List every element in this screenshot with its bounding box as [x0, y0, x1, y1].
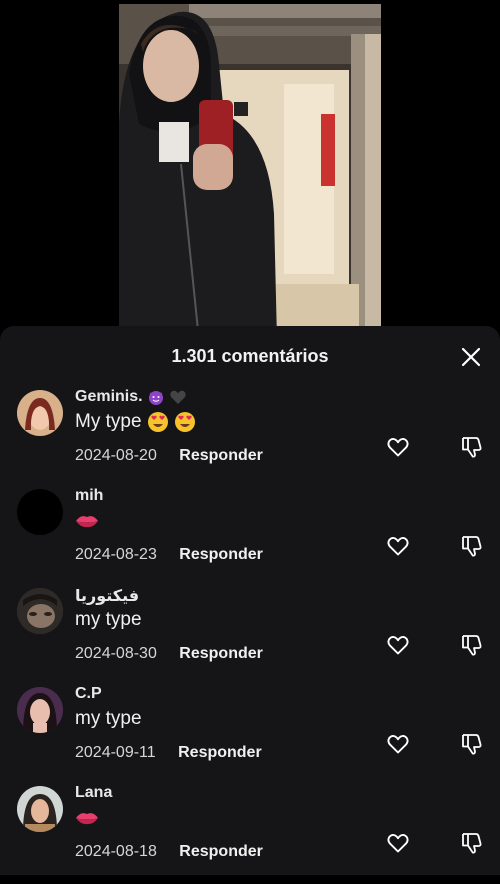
devil-emoji-icon — [149, 391, 164, 405]
avatar[interactable] — [17, 687, 63, 733]
comment-text: my type — [75, 708, 142, 729]
reply-button[interactable]: Responder — [179, 645, 263, 662]
comment-username[interactable]: Geminis. — [75, 388, 187, 406]
comment-date: 2024-08-23 — [75, 546, 157, 563]
reply-button[interactable]: Responder — [179, 843, 263, 860]
lips-emoji-icon — [76, 813, 98, 825]
close-button[interactable] — [458, 344, 484, 370]
comment-text: My type — [75, 411, 196, 433]
thumbs-down-icon[interactable] — [460, 633, 484, 657]
comment-username[interactable]: C.P — [75, 685, 102, 703]
heart-outline-icon[interactable] — [386, 831, 410, 855]
heart-outline-icon[interactable] — [386, 732, 410, 756]
avatar[interactable] — [17, 786, 63, 832]
mirror-selfie-image — [119, 4, 381, 340]
comment-meta: 2024-08-30 Responder — [75, 645, 263, 663]
avatar-image — [17, 588, 63, 634]
video-thumbnail[interactable] — [119, 4, 381, 340]
comment-meta: 2024-08-18 Responder — [75, 843, 263, 861]
avatar-image — [17, 390, 63, 436]
heart-eyes-emoji-icon — [147, 412, 168, 432]
comment-item: C.P my type 2024-09-11 Responder — [0, 685, 500, 785]
video-area[interactable] — [0, 0, 500, 340]
reply-button[interactable]: Responder — [179, 546, 263, 563]
avatar[interactable] — [17, 588, 63, 634]
comment-item: Lana 2024-08-18 Responder — [0, 784, 500, 884]
comment-meta: 2024-09-11 Responder — [75, 744, 262, 762]
comment-username[interactable]: mih — [75, 487, 103, 505]
comment-meta: 2024-08-20 Responder — [75, 447, 263, 465]
comment-item: فيكتوريا my type 2024-08-30 Responder — [0, 588, 500, 686]
comment-username[interactable]: فيكتوريا — [75, 586, 139, 606]
comment-date: 2024-08-30 — [75, 645, 157, 662]
comment-text — [75, 807, 99, 829]
comment-date: 2024-08-18 — [75, 843, 157, 860]
comment-date: 2024-08-20 — [75, 447, 157, 464]
heart-eyes-emoji-icon — [175, 412, 196, 432]
heart-outline-icon[interactable] — [386, 534, 410, 558]
comments-header: 1.301 comentários — [0, 326, 500, 388]
comments-sheet: 1.301 comentários Geminis. My type 2024-… — [0, 326, 500, 875]
avatar-image — [17, 786, 63, 832]
comment-item: Geminis. My type 2024-08-20 Responder — [0, 388, 500, 488]
comments-count-title: 1.301 comentários — [171, 346, 329, 366]
reply-button[interactable]: Responder — [178, 744, 262, 761]
comment-date: 2024-09-11 — [75, 744, 156, 761]
comment-meta: 2024-08-23 Responder — [75, 546, 263, 564]
avatar[interactable] — [17, 390, 63, 436]
comment-username[interactable]: Lana — [75, 784, 112, 802]
heart-outline-icon[interactable] — [386, 435, 410, 459]
thumbs-down-icon[interactable] — [460, 732, 484, 756]
lips-emoji-icon — [76, 516, 98, 528]
thumbs-down-icon[interactable] — [460, 435, 484, 459]
avatar-image — [17, 687, 63, 733]
heart-outline-icon[interactable] — [386, 633, 410, 657]
comment-text — [75, 510, 99, 532]
thumbs-down-icon[interactable] — [460, 534, 484, 558]
black-heart-emoji-icon — [170, 390, 187, 404]
thumbs-down-icon[interactable] — [460, 831, 484, 855]
comment-text: my type — [75, 609, 142, 630]
reply-button[interactable]: Responder — [179, 447, 263, 464]
avatar[interactable] — [17, 489, 63, 535]
close-icon — [461, 347, 481, 367]
comment-item: mih 2024-08-23 Responder — [0, 487, 500, 587]
